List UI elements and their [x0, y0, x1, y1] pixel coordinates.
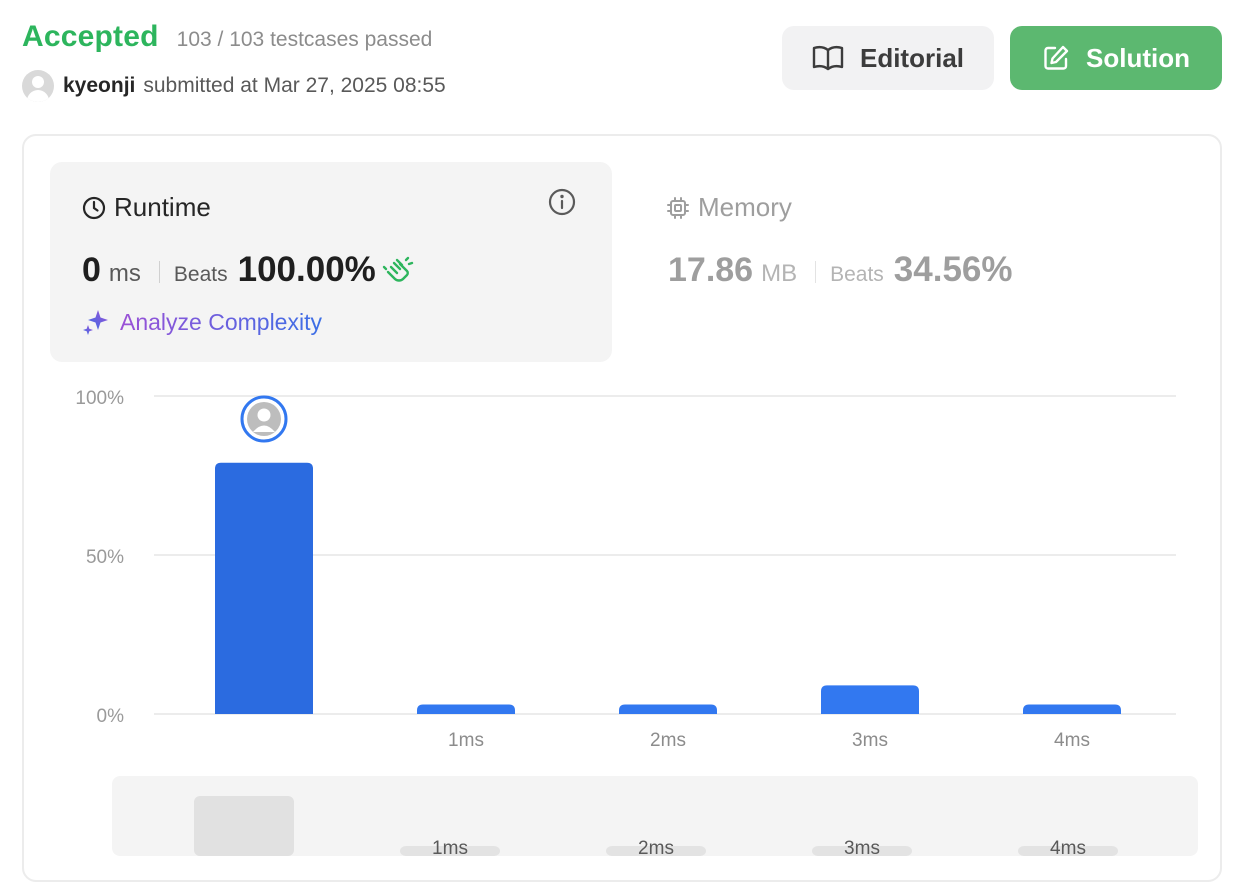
runtime-distribution-chart[interactable]: 100% 50% 0% 1ms 2ms 3ms 4ms 1ms 2ms 3ms 4ms	[24, 136, 1220, 880]
avatar-head	[32, 76, 44, 88]
y-tick-label: 50%	[86, 547, 124, 568]
chart-bar[interactable]	[1023, 704, 1121, 714]
chart-bar[interactable]	[821, 685, 919, 714]
status-accepted: Accepted	[22, 20, 159, 53]
testcases-passed: 103 / 103 testcases passed	[176, 28, 433, 51]
minimap-label: 1ms	[432, 838, 468, 859]
minimap-bar	[194, 796, 294, 856]
chart-bar[interactable]	[417, 704, 515, 714]
x-tick-label: 2ms	[650, 730, 686, 751]
avatar-body	[27, 90, 49, 102]
x-tick-label: 1ms	[448, 730, 484, 751]
avatar-head	[257, 408, 271, 422]
submission-header: Accepted 103 / 103 testcases passed kyeo…	[22, 20, 1222, 110]
editorial-button[interactable]: Editorial	[782, 26, 994, 90]
chart-bar[interactable]	[215, 462, 313, 714]
book-open-icon	[812, 45, 844, 71]
status-line: Accepted 103 / 103 testcases passed	[22, 20, 432, 54]
chart-bar[interactable]	[619, 704, 717, 714]
x-tick-label: 3ms	[852, 730, 888, 751]
minimap-label: 3ms	[844, 838, 880, 859]
username-link[interactable]: kyeonji	[63, 74, 135, 98]
user-avatar[interactable]	[22, 70, 54, 102]
y-tick-label: 0%	[97, 706, 125, 727]
performance-card: Runtime 0 ms Beats 100.00% Analyze Compl…	[22, 134, 1222, 882]
y-tick-label: 100%	[75, 388, 124, 409]
solution-button[interactable]: Solution	[1010, 26, 1222, 90]
x-tick-label: 4ms	[1054, 730, 1090, 751]
submitted-timestamp: submitted at Mar 27, 2025 08:55	[143, 74, 446, 97]
minimap-label: 2ms	[638, 838, 674, 859]
minimap-label: 4ms	[1050, 838, 1086, 859]
editorial-label: Editorial	[859, 42, 964, 73]
edit-icon	[1044, 45, 1069, 70]
submission-meta: kyeonji submitted at Mar 27, 2025 08:55	[22, 70, 446, 102]
solution-label: Solution	[1086, 42, 1190, 73]
